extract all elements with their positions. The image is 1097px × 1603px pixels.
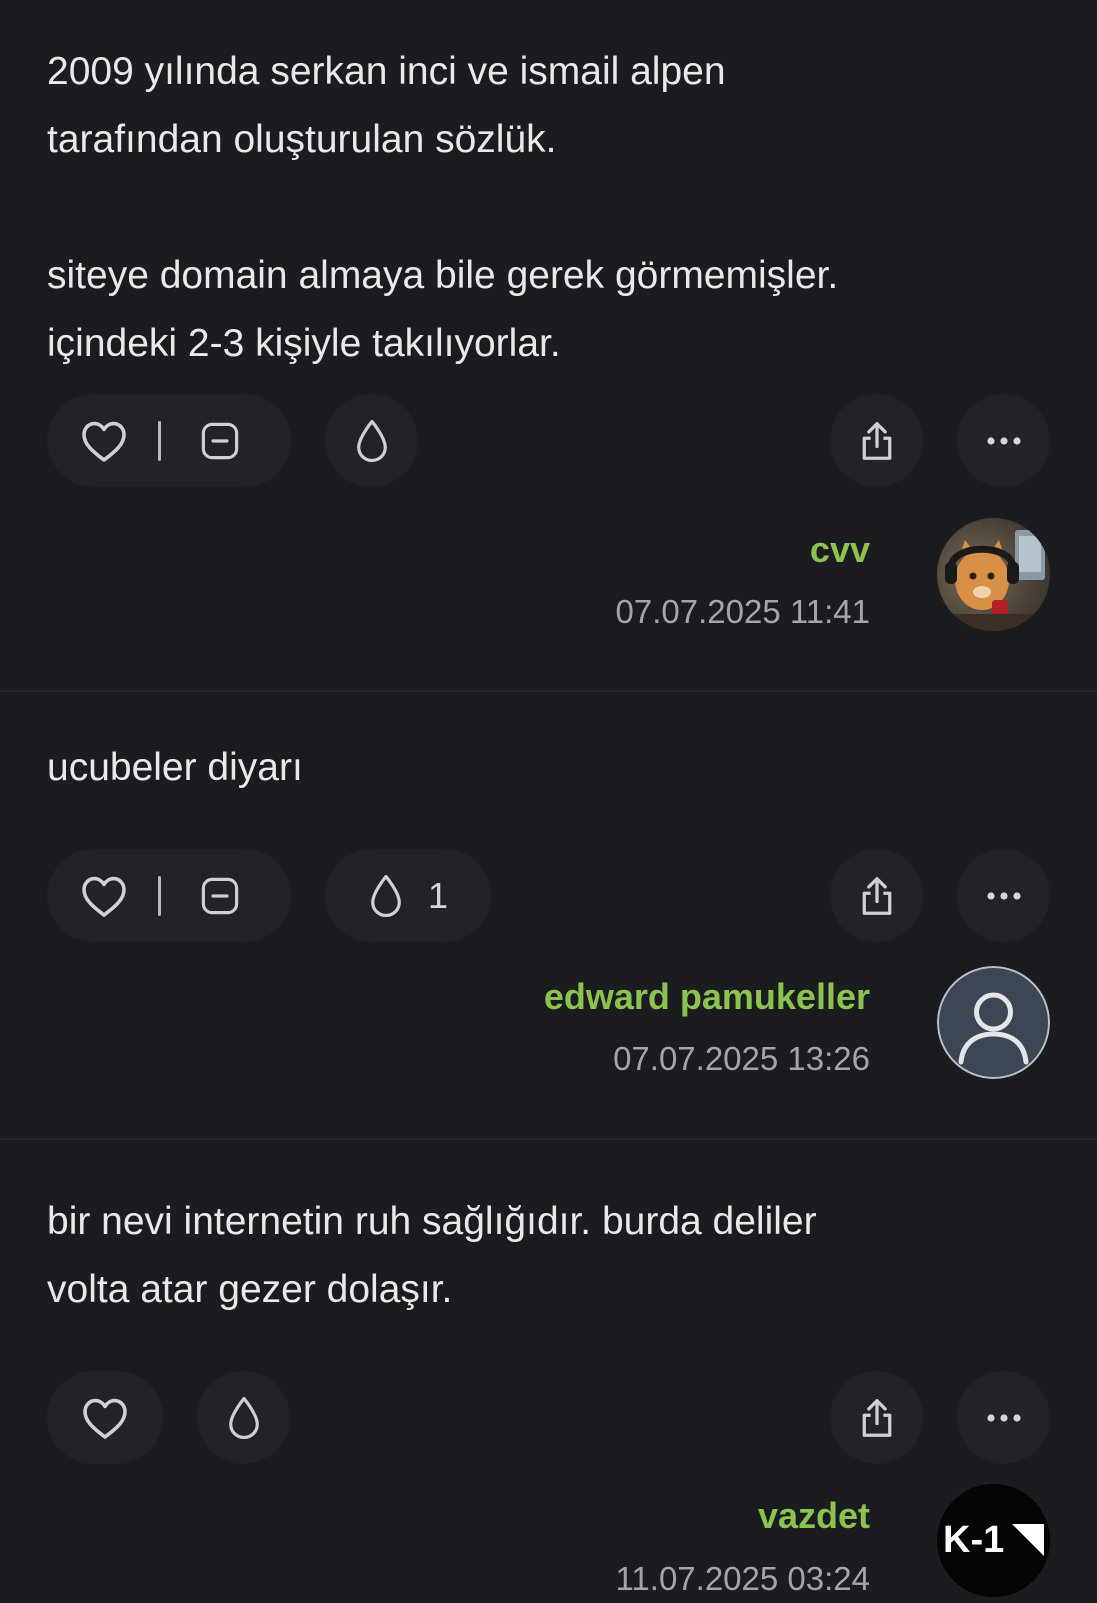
like-button[interactable] bbox=[47, 1371, 163, 1464]
entry-text: 2009 yılında serkan inci ve ismail alpen… bbox=[47, 50, 839, 365]
vote-pill bbox=[47, 394, 291, 487]
entry-actions bbox=[47, 394, 1050, 487]
k1-logo-text: K-1 bbox=[943, 1519, 1004, 1561]
more-button[interactable] bbox=[957, 394, 1050, 487]
drop-count: 1 bbox=[427, 874, 449, 916]
more-icon bbox=[986, 436, 1022, 446]
heart-icon bbox=[81, 1396, 129, 1440]
share-icon bbox=[857, 419, 897, 463]
author-name[interactable]: vazdet bbox=[758, 1495, 870, 1537]
share-button[interactable] bbox=[830, 849, 923, 942]
vote-pill bbox=[47, 849, 291, 942]
share-icon bbox=[857, 1396, 897, 1440]
avatar[interactable] bbox=[937, 966, 1050, 1079]
avatar[interactable] bbox=[937, 518, 1050, 631]
entry-text: ucubeler diyarı bbox=[47, 746, 303, 789]
drop-icon bbox=[226, 1395, 262, 1441]
more-button[interactable] bbox=[957, 849, 1050, 942]
share-button[interactable] bbox=[830, 394, 923, 487]
more-icon bbox=[986, 891, 1022, 901]
entry-2: ucubeler diyarı 1 edward pamukeller 07.0… bbox=[0, 692, 1097, 1140]
minus-square-icon[interactable] bbox=[199, 875, 241, 917]
entry-actions: 1 bbox=[47, 849, 1050, 942]
vote-separator bbox=[158, 420, 161, 461]
minus-square-icon[interactable] bbox=[199, 420, 241, 462]
entry-1: 2009 yılında serkan inci ve ismail alpen… bbox=[0, 0, 1097, 692]
entry-date[interactable]: 07.07.2025 13:26 bbox=[613, 1040, 870, 1078]
entry-date[interactable]: 07.07.2025 11:41 bbox=[616, 593, 870, 631]
vote-separator bbox=[158, 875, 161, 916]
author-name[interactable]: edward pamukeller bbox=[544, 976, 870, 1018]
share-button[interactable] bbox=[830, 1371, 923, 1464]
entry-text: bir nevi internetin ruh sağlığıdır. burd… bbox=[47, 1200, 817, 1311]
drop-icon bbox=[368, 873, 404, 919]
entry-actions bbox=[47, 1371, 1050, 1464]
entry-3: bir nevi internetin ruh sağlığıdır. burd… bbox=[0, 1140, 1097, 1603]
entry-date[interactable]: 11.07.2025 03:24 bbox=[616, 1560, 870, 1598]
more-icon bbox=[986, 1413, 1022, 1423]
avatar[interactable]: K-1 bbox=[937, 1484, 1050, 1597]
drop-button[interactable]: 1 bbox=[325, 849, 491, 942]
author-name[interactable]: cvv bbox=[810, 529, 870, 571]
drop-button[interactable] bbox=[325, 394, 418, 487]
heart-icon[interactable] bbox=[80, 874, 128, 918]
more-button[interactable] bbox=[957, 1371, 1050, 1464]
share-icon bbox=[857, 874, 897, 918]
heart-icon[interactable] bbox=[80, 419, 128, 463]
drop-icon bbox=[354, 418, 390, 464]
drop-button[interactable] bbox=[197, 1371, 290, 1464]
